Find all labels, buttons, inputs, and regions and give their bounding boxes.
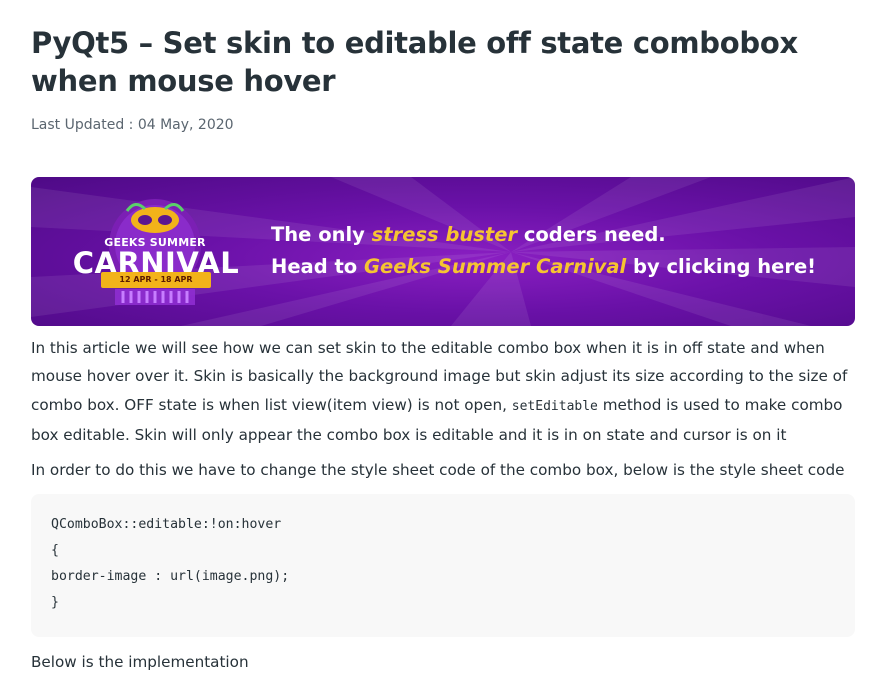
banner-tagline-1[interactable]: The only stress buster coders need. (271, 223, 666, 246)
stylesheet-paragraph: In order to do this we have to change th… (31, 461, 845, 479)
code-line: } (51, 595, 59, 610)
last-updated: Last Updated : 04 May, 2020 (31, 117, 234, 133)
implementation-paragraph: Below is the implementation (31, 653, 249, 671)
code-block[interactable] (31, 494, 855, 637)
inline-code-seteditable: setEditable (511, 398, 598, 414)
article-title: PyQt5 – Set skin to editable off state c… (31, 26, 798, 98)
banner-tagline-2[interactable]: Head to Geeks Summer Carnival by clickin… (271, 255, 816, 278)
logo-dates-ribbon: 12 APR - 18 APR (101, 272, 211, 288)
code-line: border-image : url(image.png); (51, 569, 290, 584)
code-line: QComboBox::editable:!on:hover (51, 517, 282, 532)
code-line: { (51, 543, 59, 558)
intro-paragraph: In this article we will see how we can s… (31, 339, 848, 444)
